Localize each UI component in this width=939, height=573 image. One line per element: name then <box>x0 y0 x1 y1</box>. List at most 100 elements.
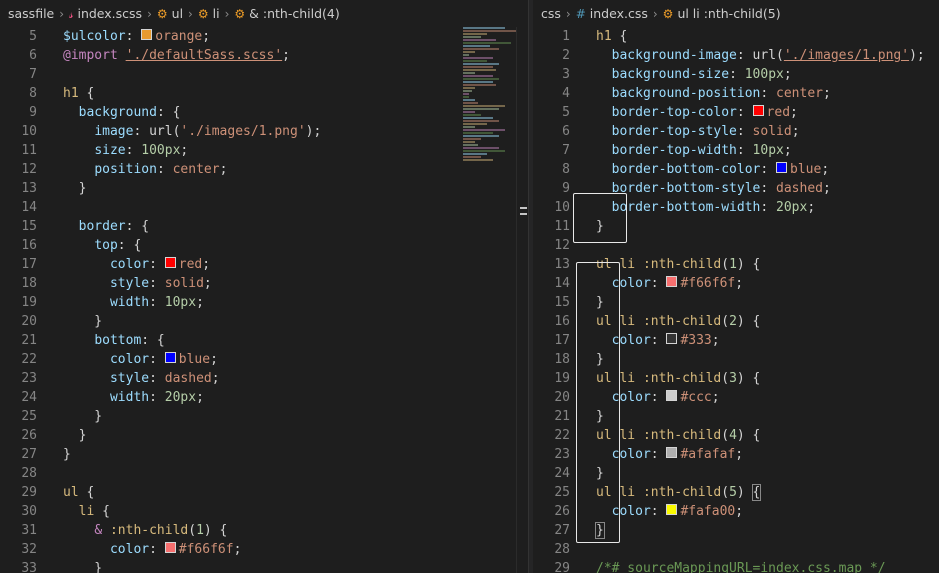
sass-file-icon: 𝓈 <box>69 6 74 21</box>
color-swatch-icon[interactable] <box>164 257 176 268</box>
code-token: ul li :nth-child <box>596 371 722 386</box>
color-swatch-icon[interactable] <box>666 504 678 515</box>
right-editor-pane[interactable]: css › # index.css › ⚙ ul li :nth-child(5) 1 h1 … <box>533 0 939 573</box>
code-line[interactable]: 15} <box>533 293 939 312</box>
color-swatch-icon[interactable] <box>141 29 153 40</box>
code-line[interactable]: 25 ul li :nth-child(5) { <box>533 483 939 502</box>
code-line[interactable]: 26 } <box>0 426 528 445</box>
code-line[interactable]: 19 width: 10px; <box>0 293 528 312</box>
code-line[interactable]: 9 background: { <box>0 103 528 122</box>
code-line[interactable]: 33 } <box>0 559 528 573</box>
code-line[interactable]: 22 color: blue; <box>0 350 528 369</box>
code-line[interactable]: 7 border-top-width: 10px; <box>533 141 939 160</box>
breadcrumb[interactable]: sassfile › 𝓈 index.scss › ⚙ ul › ⚙ li › ⚙ & :nth-chi… <box>0 0 528 27</box>
code-line[interactable]: 18} <box>533 350 939 369</box>
line-number: 24 <box>21 390 37 405</box>
color-swatch-icon[interactable] <box>164 542 176 553</box>
code-line[interactable]: 9 border-bottom-style: dashed; <box>533 179 939 198</box>
code-line[interactable]: 28 <box>533 540 939 559</box>
code-line[interactable]: 6 border-top-style: solid; <box>533 122 939 141</box>
code-token: #afafaf <box>680 447 736 462</box>
code-area[interactable]: 5 $ulcolor: orange; 6 @import './defaultSas… <box>0 27 528 573</box>
minimap-line <box>463 120 499 122</box>
line-number: 27 <box>21 447 37 462</box>
code-line[interactable]: 27} <box>0 445 528 464</box>
code-line[interactable]: 16 top: { <box>0 236 528 255</box>
code-line[interactable]: 20 color: #ccc; <box>533 388 939 407</box>
code-token: : <box>736 143 753 158</box>
code-line[interactable]: 24} <box>533 464 939 483</box>
color-swatch-icon[interactable] <box>666 276 678 287</box>
code-token: ; <box>203 276 212 291</box>
minimap-line <box>463 114 481 116</box>
code-line[interactable]: 28 <box>0 464 528 483</box>
code-line[interactable]: 15 border: { <box>0 217 528 236</box>
code-line[interactable]: 13 } <box>0 179 528 198</box>
code-line[interactable]: 17 color: red; <box>0 255 528 274</box>
code-line[interactable]: 27} <box>533 521 939 540</box>
code-line[interactable]: 11} <box>533 217 939 236</box>
code-line[interactable]: 21 bottom: { <box>0 331 528 350</box>
code-line[interactable]: 3 background-size: 100px; <box>533 65 939 84</box>
breadcrumb[interactable]: css › # index.css › ⚙ ul li :nth-child(5) <box>533 0 939 27</box>
breadcrumb-item[interactable]: ⚙ & :nth-child(4) <box>234 6 339 21</box>
code-line[interactable]: 10 border-bottom-width: 20px; <box>533 198 939 217</box>
breadcrumb-item[interactable]: ⚙ ul <box>157 6 183 21</box>
breadcrumb-item[interactable]: # index.css <box>576 6 648 21</box>
code-line[interactable]: 32 color: #f66f6f; <box>0 540 528 559</box>
code-line[interactable]: 31 & :nth-child(1) { <box>0 521 528 540</box>
code-line[interactable]: 5 border-top-color: red; <box>533 103 939 122</box>
color-swatch-icon[interactable] <box>666 447 678 458</box>
color-swatch-icon[interactable] <box>164 352 176 363</box>
code-line[interactable]: 8 border-bottom-color: blue; <box>533 160 939 179</box>
color-swatch-icon[interactable] <box>666 333 678 344</box>
breadcrumb-item[interactable]: ⚙ li <box>198 6 220 21</box>
code-line[interactable]: 23 style: dashed; <box>0 369 528 388</box>
code-line[interactable]: 8 h1 { <box>0 84 528 103</box>
code-line[interactable]: 1 h1 { <box>533 27 939 46</box>
code-line[interactable]: 20 } <box>0 312 528 331</box>
code-line[interactable]: 12 <box>533 236 939 255</box>
code-line[interactable]: 13 ul li :nth-child(1) { <box>533 255 939 274</box>
code-line[interactable]: 14 color: #f66f6f; <box>533 274 939 293</box>
minimap[interactable] <box>463 27 517 227</box>
code-line[interactable]: 23 color: #afafaf; <box>533 445 939 464</box>
breadcrumb-item[interactable]: 𝓈 index.scss <box>69 6 142 22</box>
code-line[interactable]: 26 color: #fafa00; <box>533 502 939 521</box>
color-swatch-icon[interactable] <box>776 162 788 173</box>
code-line[interactable]: 18 style: solid; <box>0 274 528 293</box>
code-line[interactable]: 6 @import './defaultSass.scss'; <box>0 46 528 65</box>
code-line[interactable]: 4 background-position: center; <box>533 84 939 103</box>
breadcrumb-item[interactable]: ⚙ ul li :nth-child(5) <box>663 6 781 21</box>
code-line[interactable]: 29 /*# sourceMappingURL=index.css.map */ <box>533 559 939 573</box>
code-line[interactable]: 7 <box>0 65 528 84</box>
code-line[interactable]: 16 ul li :nth-child(2) { <box>533 312 939 331</box>
line-number: 2 <box>562 48 570 63</box>
line-number: 23 <box>21 371 37 386</box>
code-line[interactable]: 10 image: url('./images/1.png'); <box>0 122 528 141</box>
code-line[interactable]: 25 } <box>0 407 528 426</box>
code-line[interactable]: 29 ul { <box>0 483 528 502</box>
code-line[interactable]: 19 ul li :nth-child(3) { <box>533 369 939 388</box>
breadcrumb-item[interactable]: sassfile <box>8 6 54 21</box>
code-line[interactable]: 2 background-image: url('./images/1.png'… <box>533 46 939 65</box>
code-line[interactable]: 22 ul li :nth-child(4) { <box>533 426 939 445</box>
code-line[interactable]: 30 li { <box>0 502 528 521</box>
color-swatch-icon[interactable] <box>666 390 678 401</box>
code-area[interactable]: 1 h1 {2 background-image: url('./images/1… <box>533 27 939 573</box>
code-line[interactable]: 11 size: 100px; <box>0 141 528 160</box>
left-editor-pane[interactable]: sassfile › 𝓈 index.scss › ⚙ ul › ⚙ li › ⚙ & :nth-chi… <box>0 0 528 573</box>
code-line[interactable]: 14 <box>0 198 528 217</box>
minimap-line <box>463 66 493 68</box>
line-number: 5 <box>29 29 37 44</box>
code-line[interactable]: 21} <box>533 407 939 426</box>
color-swatch-icon[interactable] <box>752 105 764 116</box>
code-line[interactable]: 17 color: #333; <box>533 331 939 350</box>
code-line[interactable]: 12 position: center; <box>0 160 528 179</box>
code-line[interactable]: 24 width: 20px; <box>0 388 528 407</box>
breadcrumb-item[interactable]: css <box>541 6 561 21</box>
vertical-scrollbar[interactable] <box>516 27 528 573</box>
code-line[interactable]: 5 $ulcolor: orange; <box>0 27 528 46</box>
